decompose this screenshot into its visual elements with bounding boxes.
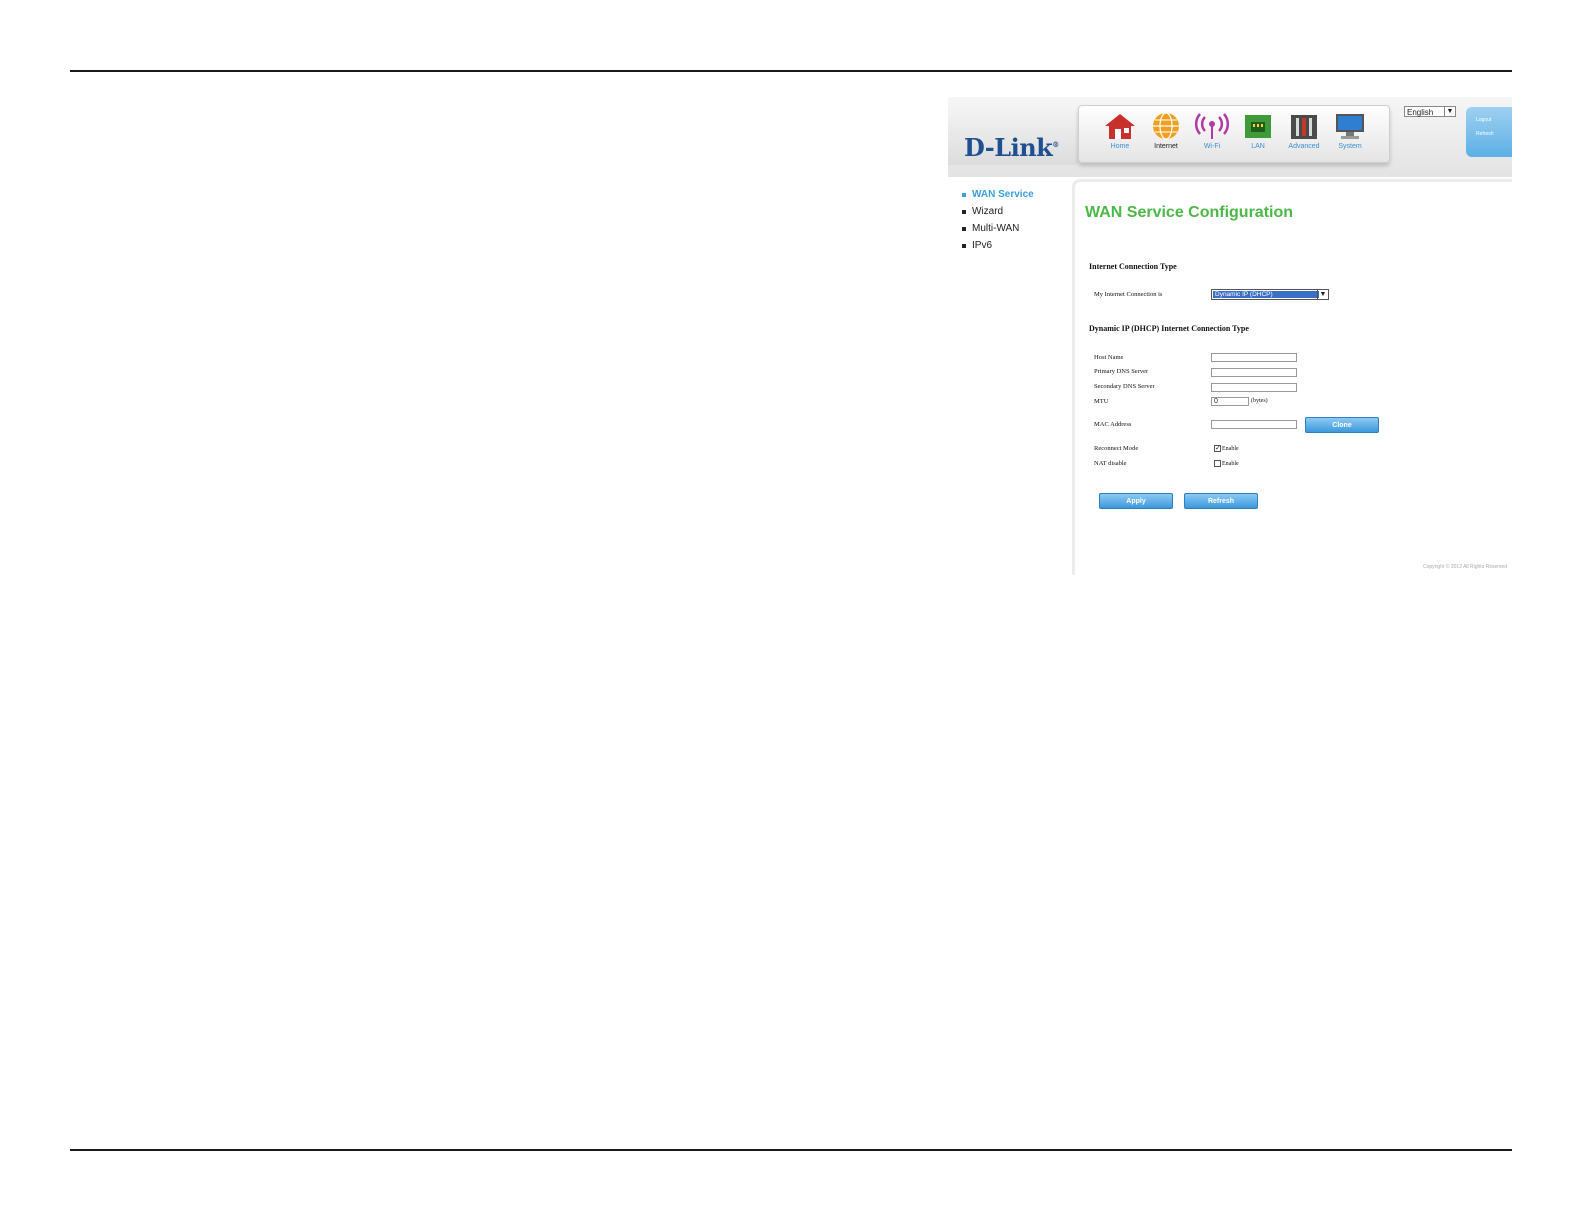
connection-label: My Internet Connection is [1094,291,1163,298]
chevron-down-icon: ▼ [1444,107,1455,116]
mtu-unit: (bytes) [1251,398,1268,404]
nat-enable-checkbox[interactable] [1214,460,1221,467]
nav-internet[interactable]: Internet [1143,112,1189,160]
page-title: WAN Service Configuration [1085,204,1294,221]
router-admin-screenshot: D-Link® Home Internet Wi-Fi LAN Advanced… [948,97,1512,575]
secondary-dns-input[interactable] [1211,383,1297,392]
language-select[interactable]: English ▼ [1404,106,1456,117]
connection-type-select[interactable]: Dynamic IP (DHCP) ▼ [1211,289,1329,300]
reconnect-mode-label: Reconnect Mode [1094,445,1139,452]
nav-lan[interactable]: LAN [1235,112,1281,160]
secondary-dns-label: Secondary DNS Server [1094,383,1155,390]
monitor-icon [1336,114,1364,139]
sidebar-item-ipv6[interactable]: IPv6 [948,240,1068,257]
nat-enable-label: Enable [1222,461,1239,467]
apply-button[interactable]: Apply [1099,493,1173,509]
bottom-rule [70,1149,1512,1151]
sidebar-item-wizard[interactable]: Wizard [948,206,1068,223]
mac-address-label: MAC Address [1094,421,1132,428]
main-content: WAN Service Configuration Internet Conne… [1072,179,1512,575]
nav-system[interactable]: System [1327,112,1373,160]
refresh-button[interactable]: Refresh [1184,493,1258,509]
sidebar-item-multi-wan[interactable]: Multi-WAN [948,223,1068,240]
session-tab: Logout Refresh [1466,107,1512,157]
nav-advanced[interactable]: Advanced [1281,112,1327,160]
refresh-link[interactable]: Refresh [1476,131,1512,137]
header-bar: D-Link® Home Internet Wi-Fi LAN Advanced… [948,97,1512,177]
nav-home[interactable]: Home [1097,112,1143,160]
primary-dns-label: Primary DNS Server [1094,368,1149,375]
nat-disable-label: NAT disable [1094,460,1127,467]
sidebar: WAN Service Wizard Multi-WAN IPv6 [948,189,1068,257]
lan-icon [1245,115,1271,138]
home-icon [1105,114,1135,139]
chevron-down-icon: ▼ [1317,290,1328,299]
dhcp-section-title: Dynamic IP (DHCP) Internet Connection Ty… [1089,324,1249,333]
host-name-label: Host Name [1094,354,1124,361]
reconnect-enable-label: Enable [1222,446,1239,452]
mac-address-input[interactable] [1211,420,1297,429]
logout-link[interactable]: Logout [1476,117,1512,123]
wifi-icon [1195,113,1229,139]
dlink-logo: D-Link® [964,133,1059,162]
globe-icon [1153,112,1179,140]
top-nav: Home Internet Wi-Fi LAN Advanced System [1078,105,1390,163]
host-name-input[interactable] [1211,353,1297,362]
clone-button[interactable]: Clone [1305,417,1379,433]
sidebar-item-wan-service[interactable]: WAN Service [948,189,1068,206]
copyright-text: Copyright © 2012 All Rights Reserved [1422,564,1507,570]
connection-section-title: Internet Connection Type [1089,262,1177,271]
mtu-label: MTU [1094,398,1109,405]
mtu-input[interactable]: 0 [1211,397,1249,406]
reconnect-enable-checkbox[interactable]: ✓ [1214,445,1221,452]
tools-icon [1291,115,1317,139]
top-rule [70,70,1512,72]
nav-wifi[interactable]: Wi-Fi [1189,112,1235,160]
primary-dns-input[interactable] [1211,368,1297,377]
logo-area: D-Link® [948,107,1080,165]
